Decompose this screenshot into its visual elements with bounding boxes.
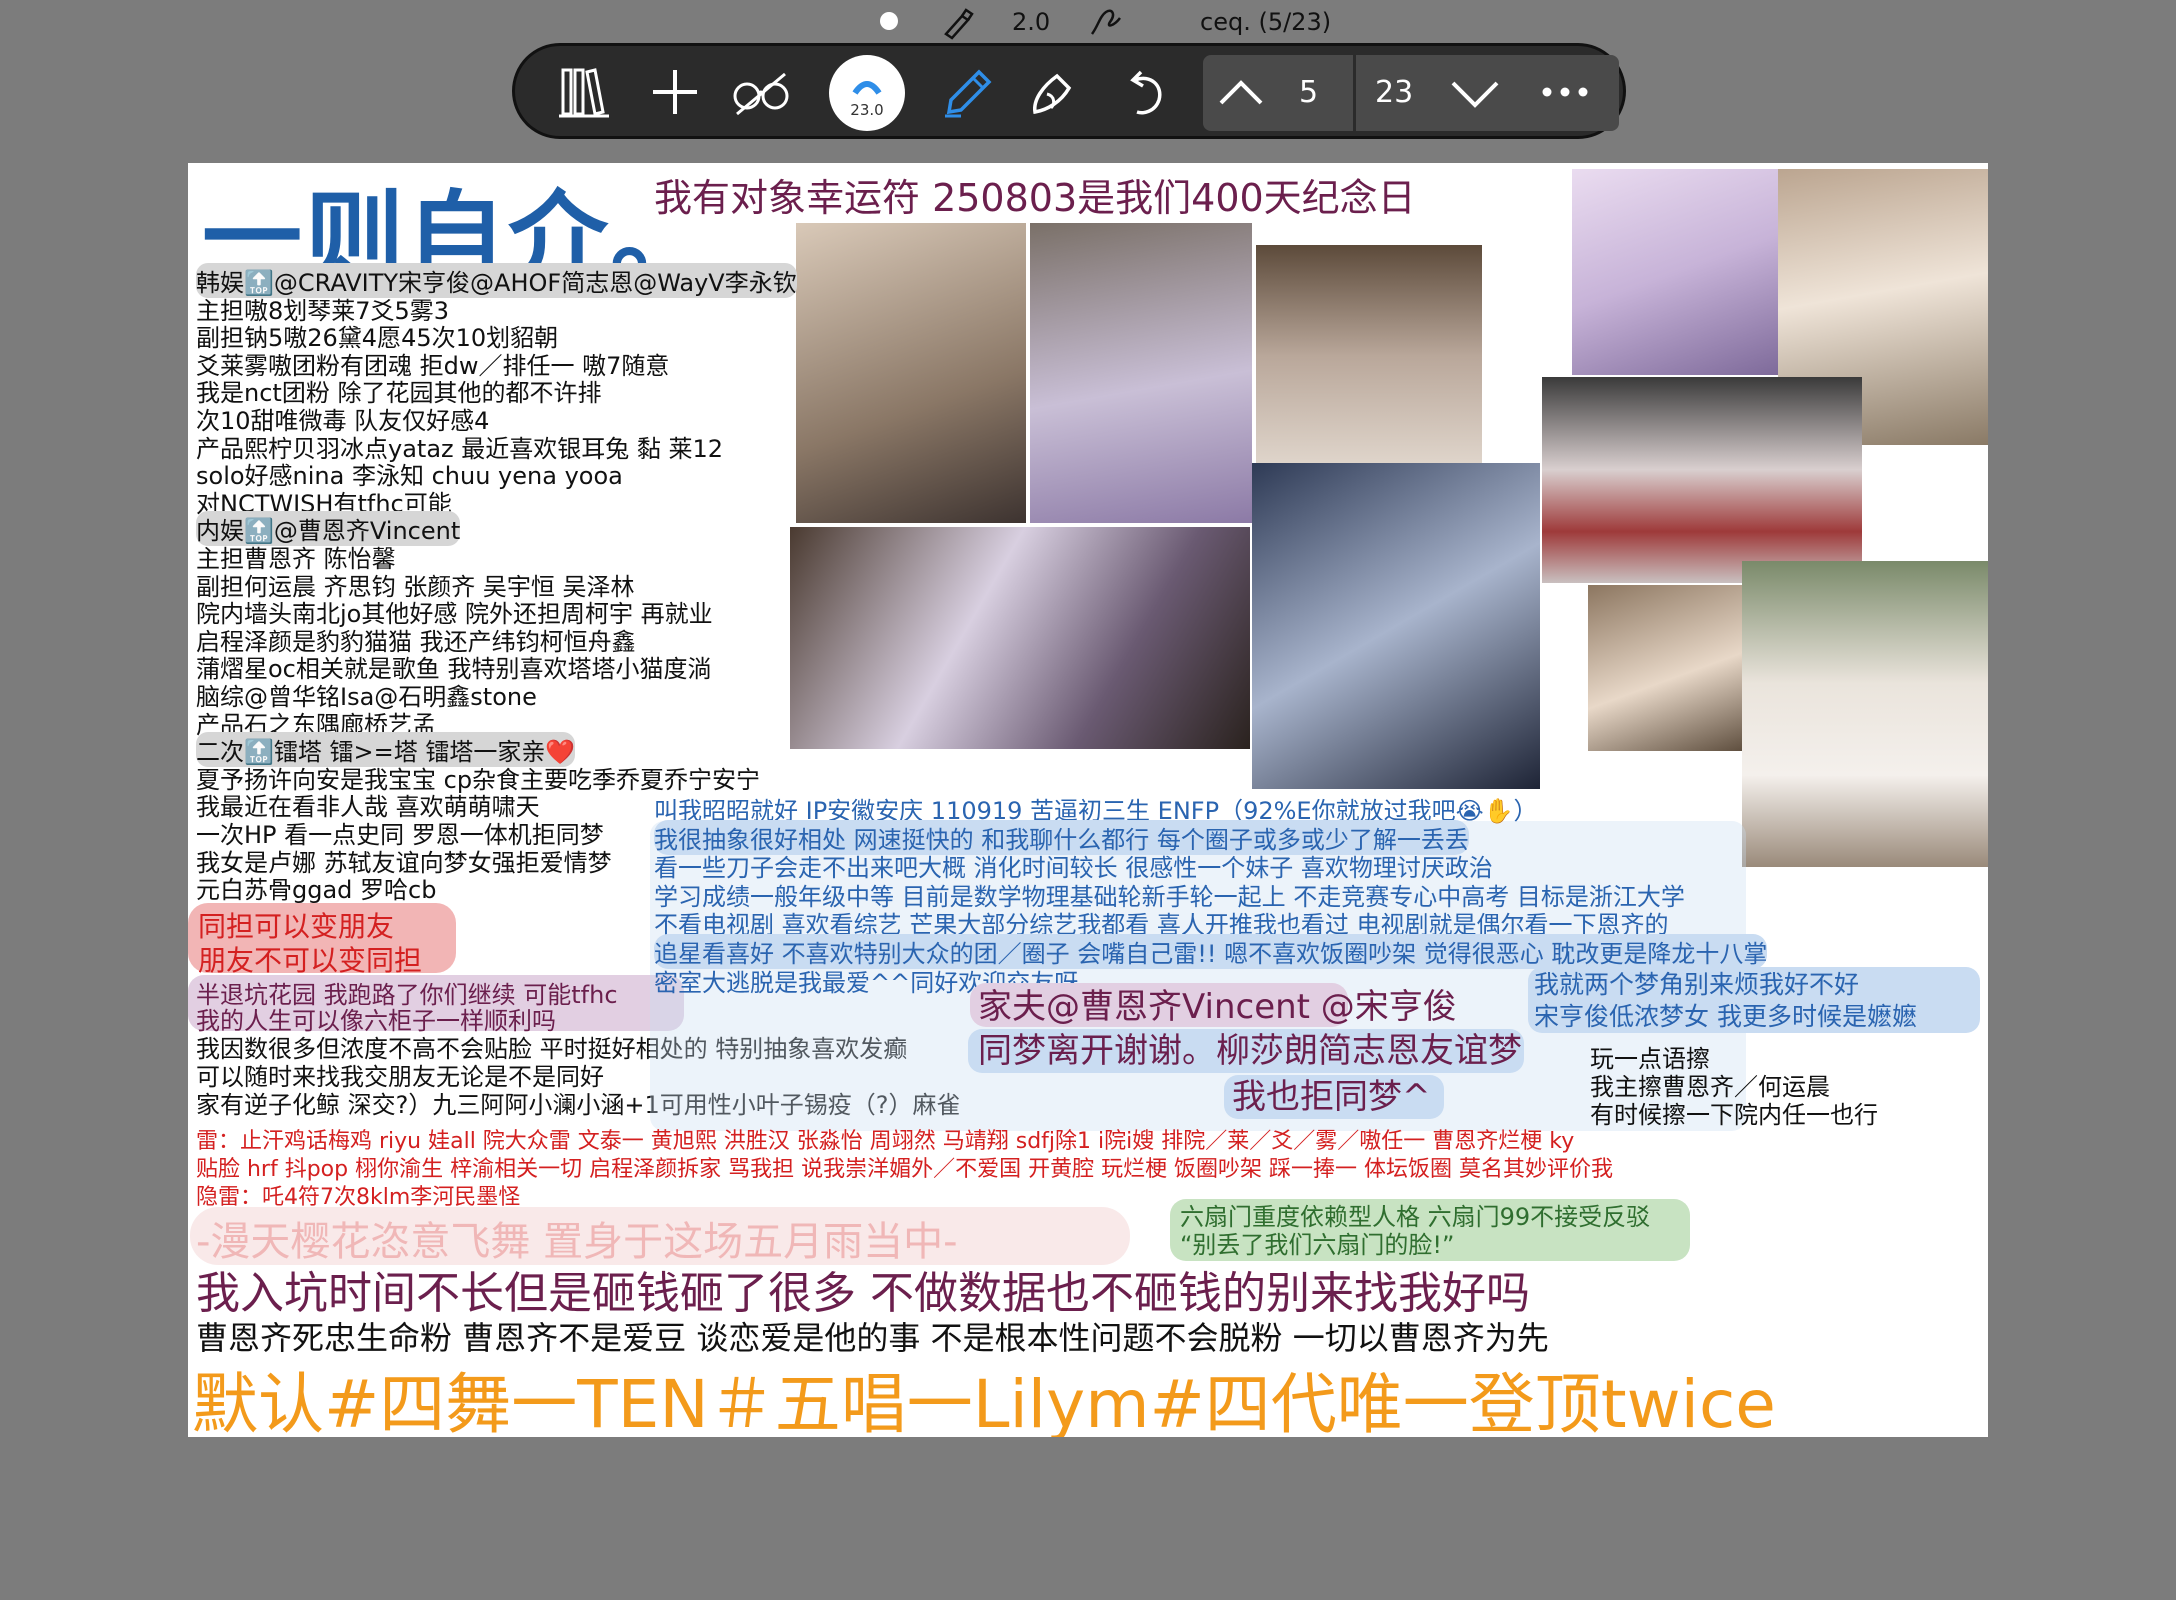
- brush-icon[interactable]: [940, 6, 976, 40]
- pen-size-label: 2.0: [1012, 8, 1051, 36]
- pen-icon[interactable]: [935, 60, 999, 124]
- photo-portrait-purple: [1030, 223, 1252, 523]
- refuse-dream-line: 我也拒同梦^: [1232, 1077, 1431, 1117]
- photo-glasses-selfie: [796, 223, 1026, 523]
- dream-line-2: 宋亨俊低浓梦女 我更多时候是嬷嬷: [1534, 1002, 1917, 1031]
- undo-icon[interactable]: [1113, 60, 1177, 124]
- photo-reading-script: [1252, 463, 1540, 789]
- photo-group-plaid: [1542, 377, 1862, 583]
- rub-line-3: 有时候擦一下院内任一也行: [1590, 1101, 1878, 1129]
- toolbar: 23.0 5 23: [512, 43, 1626, 139]
- photo-duo-stage: [1256, 245, 1482, 467]
- chevron-up-icon[interactable]: [1213, 67, 1269, 119]
- same-dream-line: 同梦离开谢谢。柳莎朗简志恩友谊梦: [978, 1031, 1522, 1071]
- total-pages[interactable]: 23: [1375, 75, 1413, 110]
- glasses-icon[interactable]: [729, 60, 793, 124]
- intro-line: 元白苏骨ggad 罗哈cb: [196, 876, 437, 905]
- chevron-down-icon[interactable]: [1443, 67, 1507, 119]
- current-page[interactable]: 5: [1299, 75, 1318, 110]
- signature-icon[interactable]: [1088, 4, 1126, 40]
- photo-beret-girl: [1588, 585, 1752, 751]
- anniversary-line: 我有对象幸运符 250803是我们400天纪念日: [654, 176, 1416, 220]
- eraser-icon[interactable]: [1023, 60, 1087, 124]
- red-line-2: 朋友不可以变同担: [198, 944, 423, 977]
- more-icon[interactable]: [1533, 60, 1597, 124]
- status-strip: 2.0 ceq. (5/23): [0, 0, 2176, 46]
- photo-girl-group: [1742, 561, 1988, 867]
- dream-line-1: 我就两个梦角别来烦我好不好: [1534, 970, 1860, 999]
- husband-line: 家夫@曹恩齐Vincent @宋亨俊: [978, 987, 1457, 1027]
- photo-headphones: [790, 527, 1250, 749]
- zoom-label: 23.0: [850, 101, 884, 119]
- zoom-button[interactable]: 23.0: [829, 55, 905, 131]
- photo-chibi-art: [1572, 169, 1778, 375]
- default-line: 默认#四舞一TEN＃五唱一Lilym#四代唯一登顶twice: [192, 1366, 1776, 1437]
- green-line-2: “别丢了我们六扇门的脸!”: [1180, 1231, 1455, 1259]
- library-icon[interactable]: [553, 60, 617, 124]
- document-title: ceq. (5/23): [1200, 8, 1332, 36]
- plus-icon[interactable]: [643, 60, 707, 124]
- document-page[interactable]: 一则自介。 我有对象幸运符 250803是我们400天纪念日 韩娱🔝@CRAVI…: [188, 163, 1988, 1437]
- spending-line: 我入坑时间不长但是砸钱砸了很多 不做数据也不砸钱的别来找我好吗: [196, 1268, 1530, 1319]
- color-dot-icon[interactable]: [880, 12, 898, 30]
- pager-divider: [1353, 55, 1356, 131]
